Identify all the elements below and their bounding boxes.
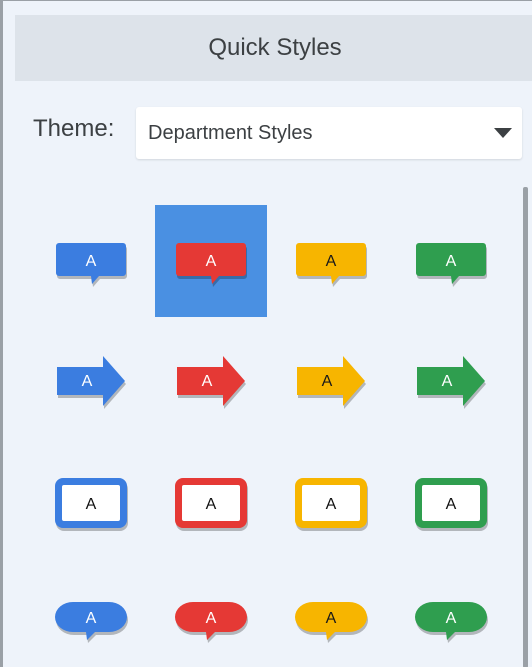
quick-style-box-green[interactable]: A — [395, 445, 507, 557]
quick-styles-panel: Quick Styles Theme: Department Styles A … — [0, 0, 532, 667]
quick-style-arrow-red[interactable]: A — [155, 325, 267, 437]
box-shape-icon: A — [415, 478, 488, 531]
quick-style-callout-yellow[interactable]: A — [275, 205, 387, 317]
quick-style-callout-green[interactable]: A — [395, 205, 507, 317]
chevron-down-icon[interactable] — [494, 128, 512, 138]
quick-style-bubble-yellow[interactable]: A — [275, 565, 387, 667]
style-sample-label: A — [322, 373, 333, 390]
quick-style-box-yellow[interactable]: A — [275, 445, 387, 557]
style-sample-label: A — [86, 610, 97, 627]
quick-style-callout-red[interactable]: A — [155, 205, 267, 317]
bubble-shape-icon: A — [175, 602, 248, 643]
quick-style-callout-blue[interactable]: A — [35, 205, 147, 317]
style-sample-label: A — [206, 253, 217, 270]
quick-style-arrow-yellow[interactable]: A — [275, 325, 387, 437]
quick-style-box-red[interactable]: A — [155, 445, 267, 557]
callout-shape-icon: A — [296, 243, 367, 287]
bubble-shape-icon: A — [415, 602, 488, 643]
style-sample-label: A — [446, 610, 457, 627]
style-sample-label: A — [86, 496, 97, 513]
theme-dropdown-value: Department Styles — [148, 121, 313, 144]
style-sample-label: A — [446, 253, 457, 270]
style-sample-label: A — [206, 610, 217, 627]
quick-style-bubble-blue[interactable]: A — [35, 565, 147, 667]
arrow-shape-icon: A — [57, 356, 126, 409]
style-sample-label: A — [326, 610, 337, 627]
callout-shape-icon: A — [416, 243, 487, 287]
style-sample-label: A — [82, 373, 93, 390]
style-sample-label: A — [86, 253, 97, 270]
style-sample-label: A — [326, 253, 337, 270]
callout-shape-icon: A — [176, 243, 247, 287]
quick-style-bubble-green[interactable]: A — [395, 565, 507, 667]
arrow-shape-icon: A — [297, 356, 366, 409]
box-shape-icon: A — [295, 478, 368, 531]
quick-style-box-blue[interactable]: A — [35, 445, 147, 557]
quick-style-bubble-red[interactable]: A — [155, 565, 267, 667]
quick-style-arrow-blue[interactable]: A — [35, 325, 147, 437]
arrow-shape-icon: A — [417, 356, 486, 409]
bubble-shape-icon: A — [55, 602, 128, 643]
bubble-shape-icon: A — [295, 602, 368, 643]
scrollbar[interactable] — [523, 187, 528, 667]
style-sample-label: A — [326, 496, 337, 513]
arrow-shape-icon: A — [177, 356, 246, 409]
theme-label: Theme: — [33, 115, 115, 142]
style-sample-label: A — [202, 373, 213, 390]
quick-style-arrow-green[interactable]: A — [395, 325, 507, 437]
panel-title: Quick Styles — [15, 15, 532, 81]
theme-dropdown[interactable]: Department Styles — [136, 107, 522, 159]
style-sample-label: A — [446, 496, 457, 513]
callout-shape-icon: A — [56, 243, 127, 287]
box-shape-icon: A — [55, 478, 128, 531]
box-shape-icon: A — [175, 478, 248, 531]
style-sample-label: A — [442, 373, 453, 390]
style-sample-label: A — [206, 496, 217, 513]
